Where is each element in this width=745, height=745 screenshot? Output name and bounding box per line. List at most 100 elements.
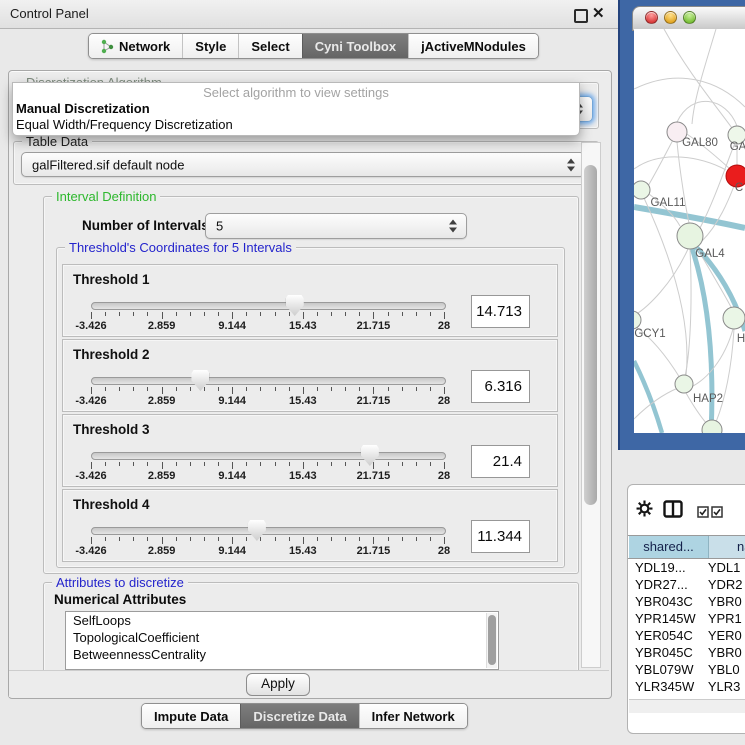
threshold-value-field[interactable]: 21.4 (471, 445, 530, 478)
node-h (723, 307, 745, 329)
zoom-traffic-light[interactable] (683, 11, 696, 24)
cell-shared-name: YDL19... (629, 560, 704, 577)
numerical-attributes-label: Numerical Attributes (54, 592, 186, 607)
cell-name: YBR0 (704, 594, 745, 611)
table-row[interactable]: YBR043CYBR0 (629, 594, 745, 611)
list-item[interactable]: TopologicalCoefficient (66, 629, 498, 646)
numerical-attributes-list[interactable]: SelfLoopsTopologicalCoefficientBetweenne… (65, 611, 499, 670)
threshold-label: Threshold 2 (73, 347, 150, 362)
checkbox-checked-icon[interactable] (711, 505, 723, 523)
apply-button[interactable]: Apply (246, 673, 310, 696)
threshold-value-field[interactable]: 6.316 (471, 370, 530, 403)
list-scrollbar[interactable] (486, 613, 497, 668)
tab-impute-data[interactable]: Impute Data (142, 704, 240, 728)
float-window-icon[interactable] (574, 9, 588, 23)
tab-network[interactable]: Network (89, 34, 182, 58)
slider-tick-labels: -3.4262.8599.14415.4321.71528 (91, 470, 444, 482)
tab-label: Infer Network (372, 709, 455, 724)
divider (628, 558, 745, 559)
cell-shared-name: YIL052C (629, 696, 704, 698)
group-title: Threshold's Coordinates for 5 Intervals (65, 240, 296, 255)
tab-cyni-toolbox[interactable]: Cyni Toolbox (302, 34, 408, 58)
threshold-value-field[interactable]: 11.344 (471, 520, 530, 553)
group-title: Attributes to discretize (52, 575, 188, 590)
split-columns-icon[interactable] (663, 500, 683, 523)
threshold-label: Threshold 1 (73, 272, 150, 287)
table-rows: YDL19...YDL1YDR27...YDR2YBR043CYBR0YPR14… (629, 560, 745, 698)
combo-value: 5 (216, 219, 223, 234)
list-item[interactable]: SelfLoops (66, 612, 498, 629)
cell-shared-name: YDR27... (629, 577, 704, 594)
table-hscrollbar[interactable] (629, 699, 745, 713)
tab-jactivemnodules[interactable]: jActiveMNodules (408, 34, 538, 58)
column-header-name[interactable]: na (709, 536, 745, 558)
slider-tick-labels: -3.4262.8599.14415.4321.71528 (91, 395, 444, 407)
node-label-ga: GA (730, 141, 745, 153)
tab-style[interactable]: Style (182, 34, 238, 58)
scrollbar-thumb[interactable] (488, 615, 496, 665)
threshold-value-field[interactable]: 14.713 (471, 295, 530, 328)
node-label-h: H (737, 333, 745, 345)
cell-shared-name: YBR043C (629, 594, 704, 611)
cell-shared-name: YPR145W (629, 611, 704, 628)
table-row[interactable]: YBL079WYBL0 (629, 662, 745, 679)
close-traffic-light[interactable] (645, 11, 658, 24)
popup-prompt-item: Select algorithm to view settings (13, 83, 579, 100)
table-row[interactable]: YDL19...YDL1 (629, 560, 745, 577)
node-gal11 (634, 181, 650, 199)
table-data-combo[interactable]: galFiltered.sif default node (21, 152, 585, 177)
node-label-gal11: GAL11 (651, 197, 686, 209)
network-canvas[interactable]: GAL80GACGAL11GAL4GCY1HHAP2 (634, 29, 745, 433)
combo-value: galFiltered.sif default node (32, 157, 184, 172)
cell-shared-name: YBL079W (629, 662, 704, 679)
tab-infer-network[interactable]: Infer Network (359, 704, 467, 728)
control-panel: Control Panel ✕ NetworkStyleSelectCyni T… (0, 0, 619, 745)
table-row[interactable]: YBR045CYBR0 (629, 645, 745, 662)
nodes[interactable] (634, 122, 745, 433)
slider-tick-labels: -3.4262.8599.14415.4321.71528 (91, 320, 444, 332)
group-title: Interval Definition (52, 189, 160, 204)
table-row[interactable]: YIL052CYIL0 (629, 696, 745, 698)
table-row[interactable]: YDR27...YDR2 (629, 577, 745, 594)
combo-stepper-icon (567, 158, 575, 171)
gear-icon[interactable] (636, 500, 653, 522)
tab-discretize-data[interactable]: Discretize Data (240, 704, 358, 728)
cell-shared-name: YLR345W (629, 679, 704, 696)
tab-select[interactable]: Select (238, 34, 301, 58)
node-label-hap2: HAP2 (693, 393, 723, 405)
threshold-box-4: Threshold 4-3.4262.8599.14415.4321.71528… (62, 489, 558, 562)
tab-label: Cyni Toolbox (315, 39, 396, 54)
slider-track[interactable] (91, 452, 446, 460)
group-title: Table Data (22, 134, 92, 149)
algorithm-popup: Select algorithm to view settings Manual… (12, 82, 580, 136)
cell-name: YIL0 (704, 696, 745, 698)
close-icon[interactable]: ✕ (592, 4, 605, 22)
table-row[interactable]: YLR345WYLR3 (629, 679, 745, 696)
cell-name: YDR2 (704, 577, 745, 594)
node-label-gcy1: GCY1 (634, 328, 665, 340)
number-of-intervals-combo[interactable]: 5 (205, 213, 467, 239)
slider-track[interactable] (91, 527, 446, 535)
table-row[interactable]: YPR145WYPR1 (629, 611, 745, 628)
slider-tick-labels: -3.4262.8599.14415.4321.71528 (91, 545, 444, 557)
minimize-traffic-light[interactable] (664, 11, 677, 24)
panel-scrollbar-thumb[interactable] (584, 165, 597, 505)
application-root: Control Panel ✕ NetworkStyleSelectCyni T… (0, 0, 745, 745)
top-tab-bar: NetworkStyleSelect Cyni Toolbox jActiveMNo… (88, 33, 539, 59)
node-label-c: C (735, 182, 743, 194)
slider-track[interactable] (91, 302, 446, 310)
popup-item-manual-discretization[interactable]: Manual Discretization (13, 100, 579, 116)
cell-name: YBR0 (704, 645, 745, 662)
cell-name: YPR1 (704, 611, 745, 628)
checkbox-checked-icon[interactable] (697, 505, 709, 523)
slider-track[interactable] (91, 377, 446, 385)
popup-item-equal-width-frequency[interactable]: Equal Width/Frequency Discretization (13, 116, 579, 132)
cell-shared-name: YBR045C (629, 645, 704, 662)
column-header-shared-name[interactable]: shared... (629, 536, 709, 558)
node-gal4 (677, 223, 703, 249)
list-item[interactable]: BetweennessCentrality (66, 646, 498, 663)
threshold-box-3: Threshold 3-3.4262.8599.14415.4321.71528… (62, 414, 558, 487)
threshold-box-1: Threshold 1 -3.4262.8599.14415.4321.71528… (62, 264, 558, 337)
cell-shared-name: YER054C (629, 628, 704, 645)
table-row[interactable]: YER054CYER0 (629, 628, 745, 645)
